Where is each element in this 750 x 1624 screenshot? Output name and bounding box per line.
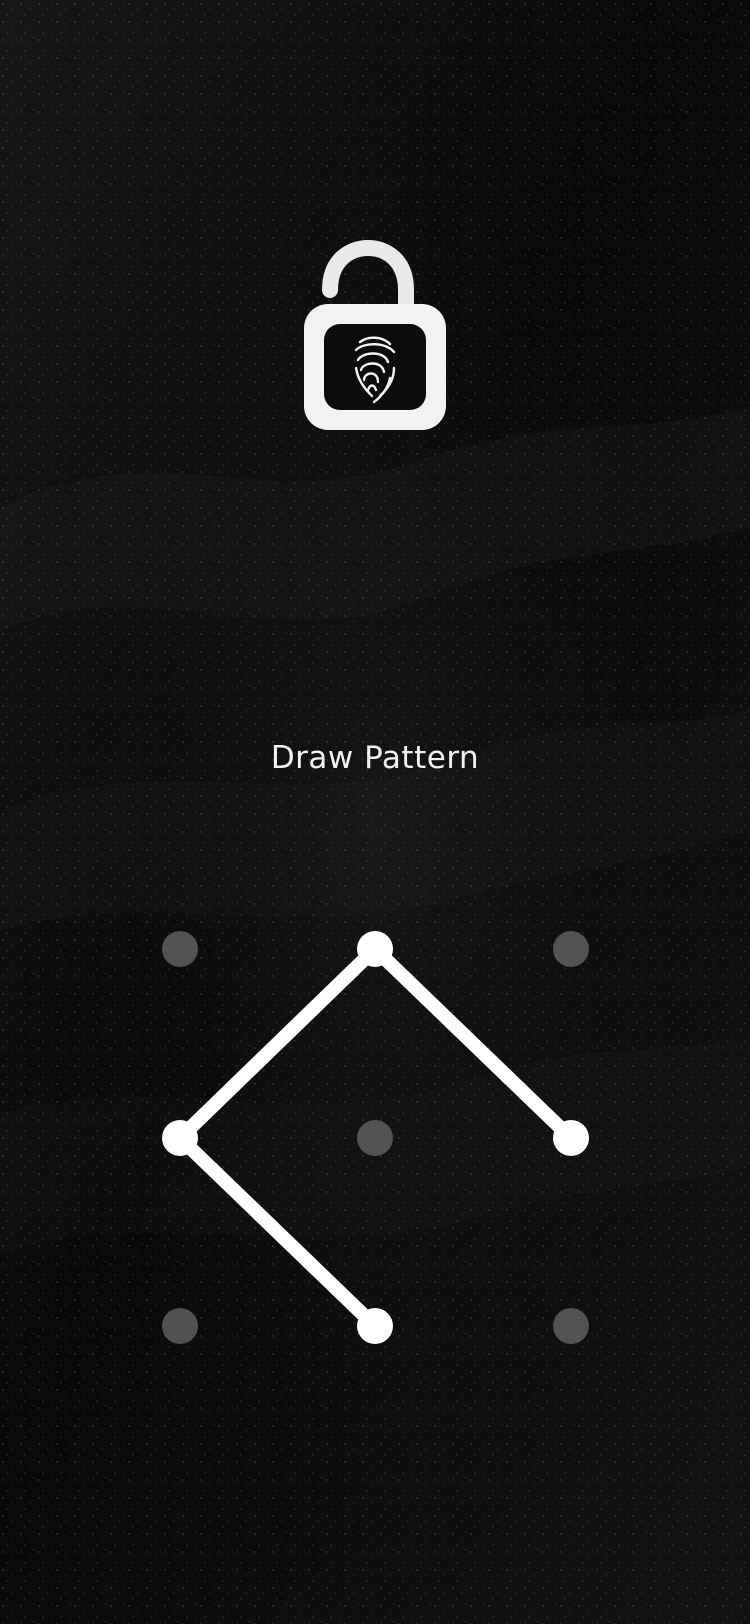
pattern-segment-3 xyxy=(368,942,578,1145)
pattern-dots[interactable] xyxy=(162,931,589,1344)
pattern-dot-4[interactable] xyxy=(162,1120,198,1156)
pattern-dot-1[interactable] xyxy=(162,931,198,967)
pattern-dot-7[interactable] xyxy=(162,1308,198,1344)
pattern-dot-8[interactable] xyxy=(357,1308,393,1344)
pattern-segment-2 xyxy=(173,1131,382,1333)
pattern-segment-1 xyxy=(173,942,382,1145)
pattern-dot-9[interactable] xyxy=(553,1308,589,1344)
pattern-lock-grid[interactable] xyxy=(0,0,750,1624)
pattern-dot-3[interactable] xyxy=(553,931,589,967)
pattern-dot-2[interactable] xyxy=(357,931,393,967)
pattern-dot-5[interactable] xyxy=(357,1120,393,1156)
pattern-dot-6[interactable] xyxy=(553,1120,589,1156)
